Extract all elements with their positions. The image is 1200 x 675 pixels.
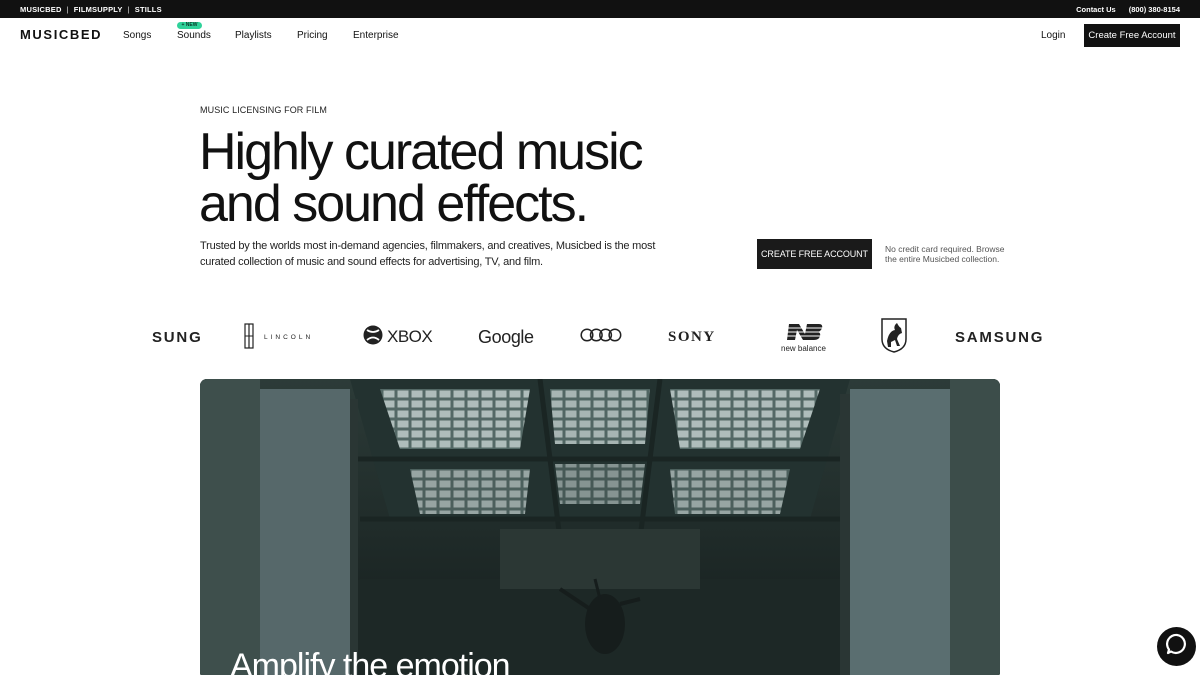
brand-separator: | xyxy=(66,4,69,14)
network-brands: MUSICBED | FILMSUPPLY | STILLS xyxy=(20,0,162,18)
audi-logo xyxy=(580,316,622,358)
samsung-logo-partial: SUNG xyxy=(152,328,203,346)
chat-launcher-button[interactable] xyxy=(1157,627,1196,666)
hero-eyebrow: MUSIC LICENSING FOR FILM xyxy=(200,105,327,115)
utility-bar: MUSICBED | FILMSUPPLY | STILLS Contact U… xyxy=(0,0,1200,18)
new-balance-logo: new balance xyxy=(781,316,826,358)
chat-bubble-icon xyxy=(1165,633,1188,660)
audi-rings-icon xyxy=(580,327,622,347)
brand-link-stills[interactable]: STILLS xyxy=(135,5,162,14)
lamborghini-bull-icon xyxy=(879,317,909,358)
hero-description: Trusted by the worlds most in-demand age… xyxy=(200,240,656,268)
nav-playlists[interactable]: Playlists xyxy=(235,30,272,41)
nav-enterprise[interactable]: Enterprise xyxy=(353,30,399,41)
warehouse-scene-image xyxy=(200,379,1000,675)
login-link[interactable]: Login xyxy=(1041,30,1065,41)
headline-line-1: Highly curated music xyxy=(199,123,644,181)
lincoln-logo: LINCOLN xyxy=(244,316,313,358)
brand-separator: | xyxy=(127,4,130,14)
xbox-logo: XBOX xyxy=(363,316,433,358)
new-balance-nb-icon xyxy=(783,322,824,344)
lincoln-star-icon xyxy=(244,323,254,351)
nav-sounds[interactable]: Sounds xyxy=(177,30,211,41)
musicbed-logo[interactable]: MUSICBED xyxy=(20,27,102,42)
sony-logo: SONY xyxy=(668,328,716,345)
create-account-button[interactable]: Create Free Account xyxy=(1084,24,1180,47)
hero-video[interactable]: Amplify the emotion xyxy=(200,379,1000,675)
phone-link[interactable]: (800) 380-8154 xyxy=(1129,5,1180,14)
samsung-logo: SAMSUNG xyxy=(955,328,1045,346)
google-logo: Google xyxy=(478,326,534,347)
xbox-sphere-icon xyxy=(363,325,383,350)
lincoln-wordmark: LINCOLN xyxy=(264,333,314,341)
new-badge: + NEW xyxy=(177,22,202,29)
headline-line-2: and sound effects. xyxy=(199,175,589,233)
video-caption: Amplify the emotion xyxy=(230,647,511,675)
client-logos: SUNG LINCOLN XBOX Google SONY new balanc… xyxy=(150,316,1050,358)
nav-songs[interactable]: Songs xyxy=(123,30,151,41)
brand-link-filmsupply[interactable]: FILMSUPPLY xyxy=(74,5,123,14)
brand-link-musicbed[interactable]: MUSICBED xyxy=(20,5,62,14)
xbox-wordmark: XBOX xyxy=(387,327,433,346)
lamborghini-logo xyxy=(879,316,909,358)
new-balance-wordmark: new balance xyxy=(781,343,826,353)
contact-us-link[interactable]: Contact Us xyxy=(1076,5,1116,14)
nav-pricing[interactable]: Pricing xyxy=(297,30,328,41)
main-nav: MUSICBED Songs + NEW Sounds Playlists Pr… xyxy=(0,18,1200,54)
hero-headline: Highly curated music and sound effects. xyxy=(199,126,799,230)
utility-right: Contact Us (800) 380-8154 xyxy=(1076,0,1180,18)
hero-cta-note: No credit card required. Browse the enti… xyxy=(885,244,1005,264)
hero-create-account-button[interactable]: CREATE FREE ACCOUNT xyxy=(757,239,872,269)
